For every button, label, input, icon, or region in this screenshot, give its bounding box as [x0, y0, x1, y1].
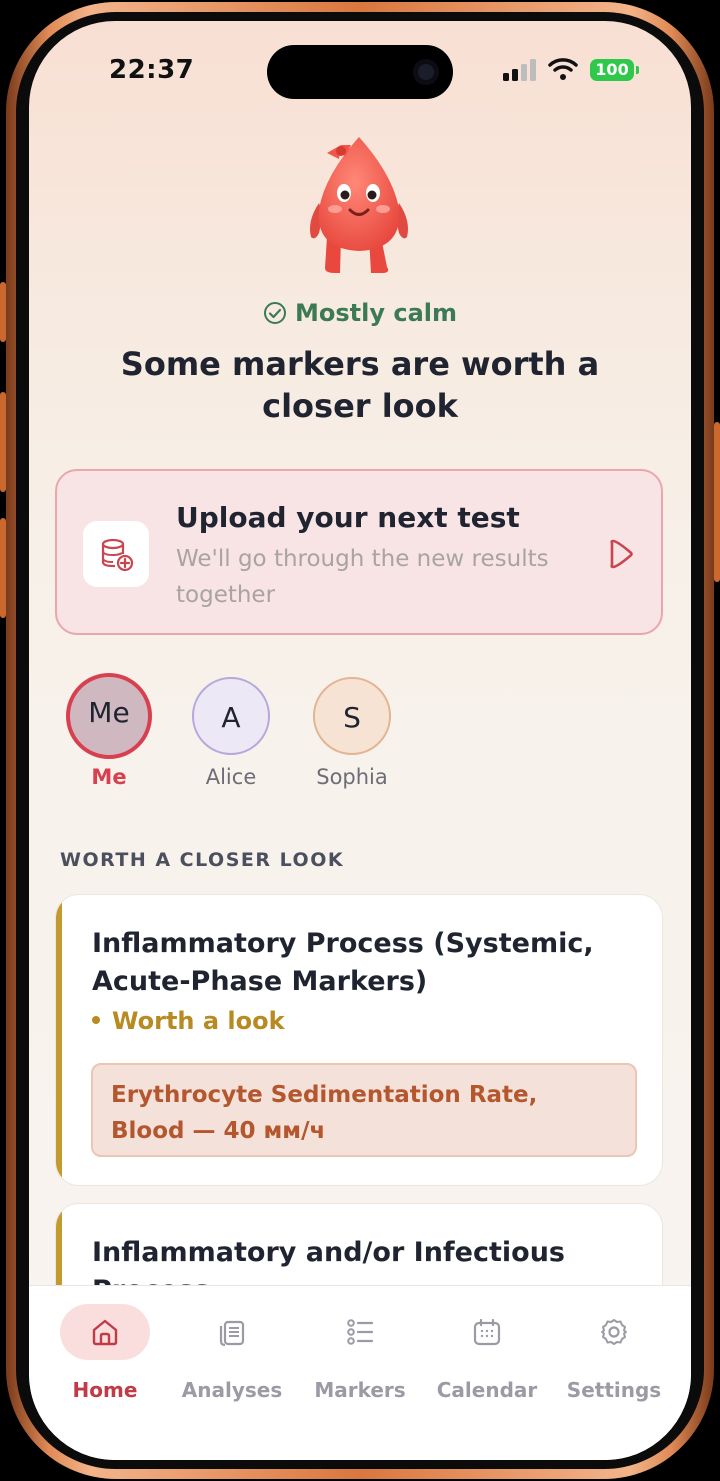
marker-group-title: Inflammatory Process (Systemic, Acute-Ph… — [92, 928, 594, 997]
volume-down-button — [0, 518, 6, 618]
tab-label: Settings — [566, 1378, 662, 1402]
tab-label: Analyses — [181, 1378, 283, 1402]
tab-label: Markers — [314, 1378, 406, 1402]
profile-name: Me — [91, 765, 127, 789]
tab-icon-bg — [442, 1304, 532, 1360]
status-time: 22:37 — [109, 55, 195, 85]
avatar: A — [192, 677, 270, 755]
profile-me[interactable]: Me Me — [54, 673, 164, 789]
calendar-icon — [473, 1318, 501, 1346]
battery-tip — [636, 66, 639, 74]
status-label: Worth a look — [112, 1007, 285, 1035]
tab-icon-bg — [187, 1304, 277, 1360]
tab-analyses[interactable]: Analyses — [169, 1304, 295, 1402]
upload-document-icon — [101, 538, 134, 572]
marker-chip[interactable]: Erythrocyte Sedimentation Rate, Blood — … — [91, 1063, 637, 1157]
home-icon — [92, 1319, 118, 1346]
avatar: Me — [66, 673, 152, 759]
upload-subtitle: We'll go through the new results togethe… — [176, 546, 549, 608]
cellular-signal-icon — [503, 59, 536, 81]
bottom-tab-bar: Home Analyses Markers Calendar Settings — [29, 1285, 691, 1460]
power-button — [714, 422, 720, 582]
tab-home[interactable]: Home — [42, 1304, 168, 1402]
camera-icon — [413, 59, 439, 85]
tab-icon-bg — [60, 1304, 150, 1360]
section-title: WORTH A CLOSER LOOK — [60, 849, 345, 871]
action-button — [0, 282, 6, 342]
tab-label: Home — [72, 1378, 138, 1402]
tab-icon-bg — [569, 1304, 659, 1360]
profile-sophia[interactable]: S Sophia — [297, 677, 407, 789]
profile-name: Alice — [205, 765, 257, 789]
list-icon — [347, 1319, 374, 1345]
volume-up-button — [0, 392, 6, 492]
upload-test-card[interactable]: Upload your next test We'll go through t… — [55, 469, 663, 635]
mood-label: Mostly calm — [294, 299, 457, 327]
dynamic-island — [267, 45, 453, 99]
tab-calendar[interactable]: Calendar — [424, 1304, 550, 1402]
chevron-right-icon — [610, 539, 633, 569]
profile-name: Sophia — [316, 765, 388, 789]
tab-icon-bg — [315, 1304, 405, 1360]
upload-icon-box — [83, 521, 149, 587]
avatar: S — [313, 677, 391, 755]
tab-markers[interactable]: Markers — [297, 1304, 423, 1402]
status-accent-bar — [56, 895, 62, 1185]
status-dot — [92, 1016, 100, 1024]
page-headline: Some markers are worth a closer look — [120, 345, 600, 425]
gear-icon — [601, 1319, 627, 1345]
blood-drop-mascot-icon — [310, 137, 408, 273]
profile-alice[interactable]: A Alice — [176, 677, 286, 789]
upload-title: Upload your next test — [176, 501, 520, 534]
battery-indicator: 100 — [590, 59, 634, 81]
mood-status: Mostly calm — [29, 299, 691, 327]
documents-icon — [219, 1320, 245, 1347]
status-badge: Worth a look — [92, 1007, 285, 1035]
app-screen: 22:37 100 Mostly calm Some markers are w… — [29, 21, 691, 1460]
tab-label: Calendar — [436, 1378, 538, 1402]
check-circle-icon — [263, 302, 286, 324]
marker-group-card[interactable]: Inflammatory Process (Systemic, Acute-Ph… — [55, 894, 663, 1186]
tab-settings[interactable]: Settings — [551, 1304, 677, 1402]
wifi-icon — [548, 58, 578, 80]
